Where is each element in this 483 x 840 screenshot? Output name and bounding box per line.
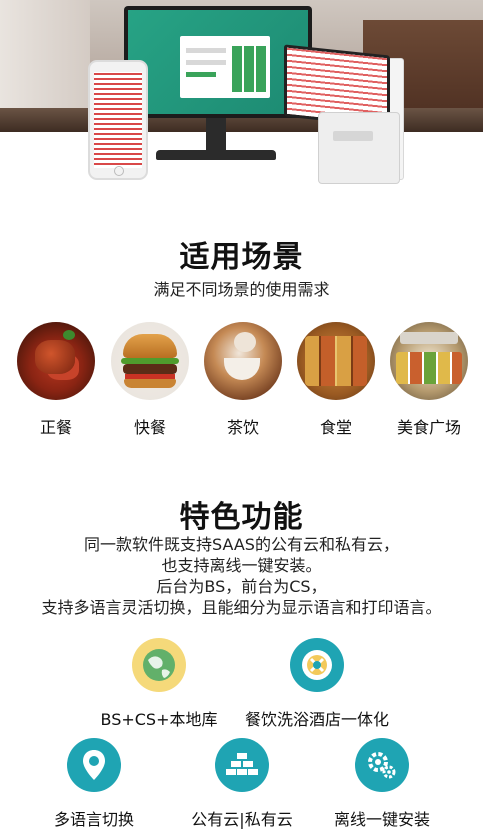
scene-label: 正餐: [39, 418, 72, 437]
features-description: 同一款软件既支持SAAS的公有云和私有云， 也支持离线一键安装。 后台为BS，前…: [0, 534, 483, 618]
mobile-phone: [88, 60, 148, 180]
braised-meat-photo: [17, 322, 95, 400]
feature-integration[interactable]: 餐饮洗浴酒店一体化: [232, 638, 402, 730]
tea-pour-photo: [204, 322, 282, 400]
feature-bs-cs[interactable]: BS+CS+本地库: [84, 638, 234, 730]
monitor-base: [156, 150, 276, 160]
login-row: [186, 72, 216, 77]
hero-banner: [0, 0, 483, 200]
scene-label: 茶饮: [226, 418, 259, 437]
feature-multilang[interactable]: 多语言切换: [34, 738, 154, 830]
features-desc-line: 同一款软件既支持SAAS的公有云和私有云，: [84, 535, 399, 554]
features-desc-line: 也支持离线一键安装。: [161, 556, 322, 575]
receipt-slot: [333, 131, 373, 141]
scene-item-kuaican[interactable]: 快餐: [110, 322, 190, 438]
gold-bars-icon: [215, 738, 269, 792]
location-pin-icon: [67, 738, 121, 792]
feature-cloud[interactable]: 公有云|私有云: [182, 738, 302, 830]
scene-item-chayin[interactable]: 茶饮: [203, 322, 283, 438]
features-title: 特色功能: [179, 500, 304, 535]
feature-label: 公有云|私有云: [191, 810, 293, 829]
canteen-trays-photo: [297, 322, 375, 400]
burger-patty: [123, 364, 177, 374]
feature-label: 离线一键安装: [333, 810, 430, 829]
scenes-title: 适用场景: [179, 240, 304, 275]
monitor-stand: [206, 118, 226, 150]
scene-item-zhengcan[interactable]: 正餐: [16, 322, 96, 438]
phone-screen: [94, 72, 142, 168]
feature-label: 餐饮洗浴酒店一体化: [244, 710, 389, 729]
scenes-subtitle: 满足不同场景的使用需求: [153, 280, 330, 299]
gears-icon: [355, 738, 409, 792]
features-desc-line: 支持多语言灵活切换，且能细分为显示语言和打印语言。: [41, 598, 442, 617]
scene-label: 美食广场: [396, 418, 461, 437]
phone-home-button: [114, 166, 124, 176]
scene-label: 食堂: [319, 418, 352, 437]
feature-offline-install[interactable]: 离线一键安装: [322, 738, 442, 830]
food-court-buffet-photo: [390, 322, 468, 400]
burger-photo: [111, 322, 189, 400]
scene-item-meishi[interactable]: 美食广场: [389, 322, 469, 438]
keypad: [232, 46, 266, 92]
burger-bun-bottom: [124, 379, 176, 388]
globe-icon: [132, 638, 186, 692]
burger-bun-top: [123, 334, 177, 358]
integration-icon: [290, 638, 344, 692]
scene-label: 快餐: [133, 418, 166, 437]
feature-label: 多语言切换: [53, 810, 134, 829]
monitor-screen: [128, 10, 308, 114]
pos-terminal-body: [318, 112, 400, 184]
login-panel: [180, 36, 270, 98]
login-row: [186, 48, 226, 53]
feature-label: BS+CS+本地库: [100, 710, 218, 729]
features-desc-line: 后台为BS，前台为CS，: [156, 577, 327, 596]
login-row: [186, 60, 226, 65]
scene-item-shitang[interactable]: 食堂: [296, 322, 376, 438]
